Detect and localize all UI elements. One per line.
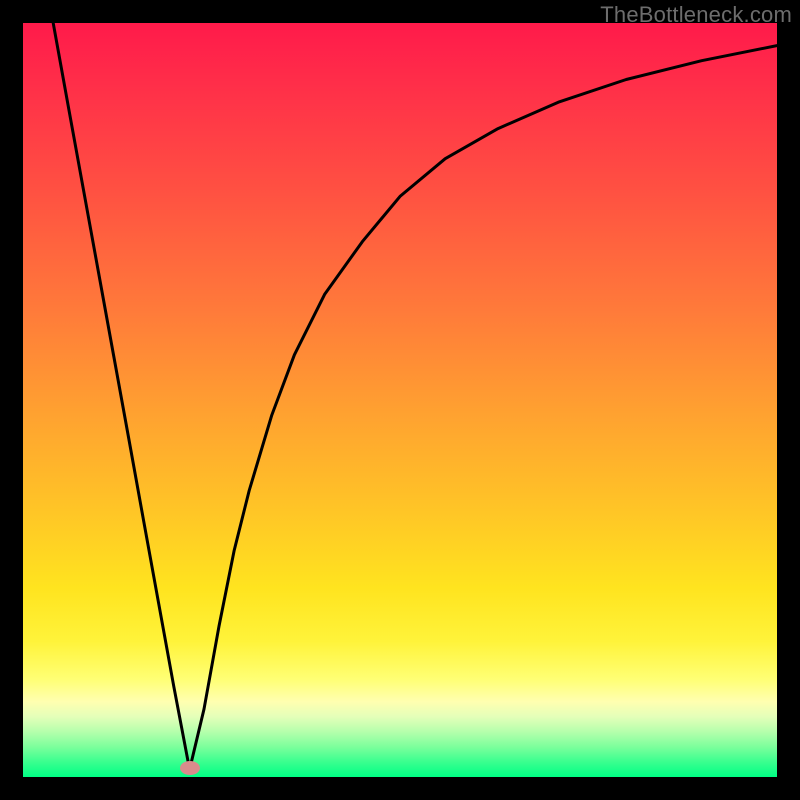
bottleneck-curve <box>23 23 777 777</box>
optimal-point-marker <box>180 761 200 775</box>
watermark-text: TheBottleneck.com <box>600 2 792 28</box>
chart-frame: TheBottleneck.com <box>0 0 800 800</box>
curve-path <box>53 23 777 770</box>
chart-plot-area <box>23 23 777 777</box>
